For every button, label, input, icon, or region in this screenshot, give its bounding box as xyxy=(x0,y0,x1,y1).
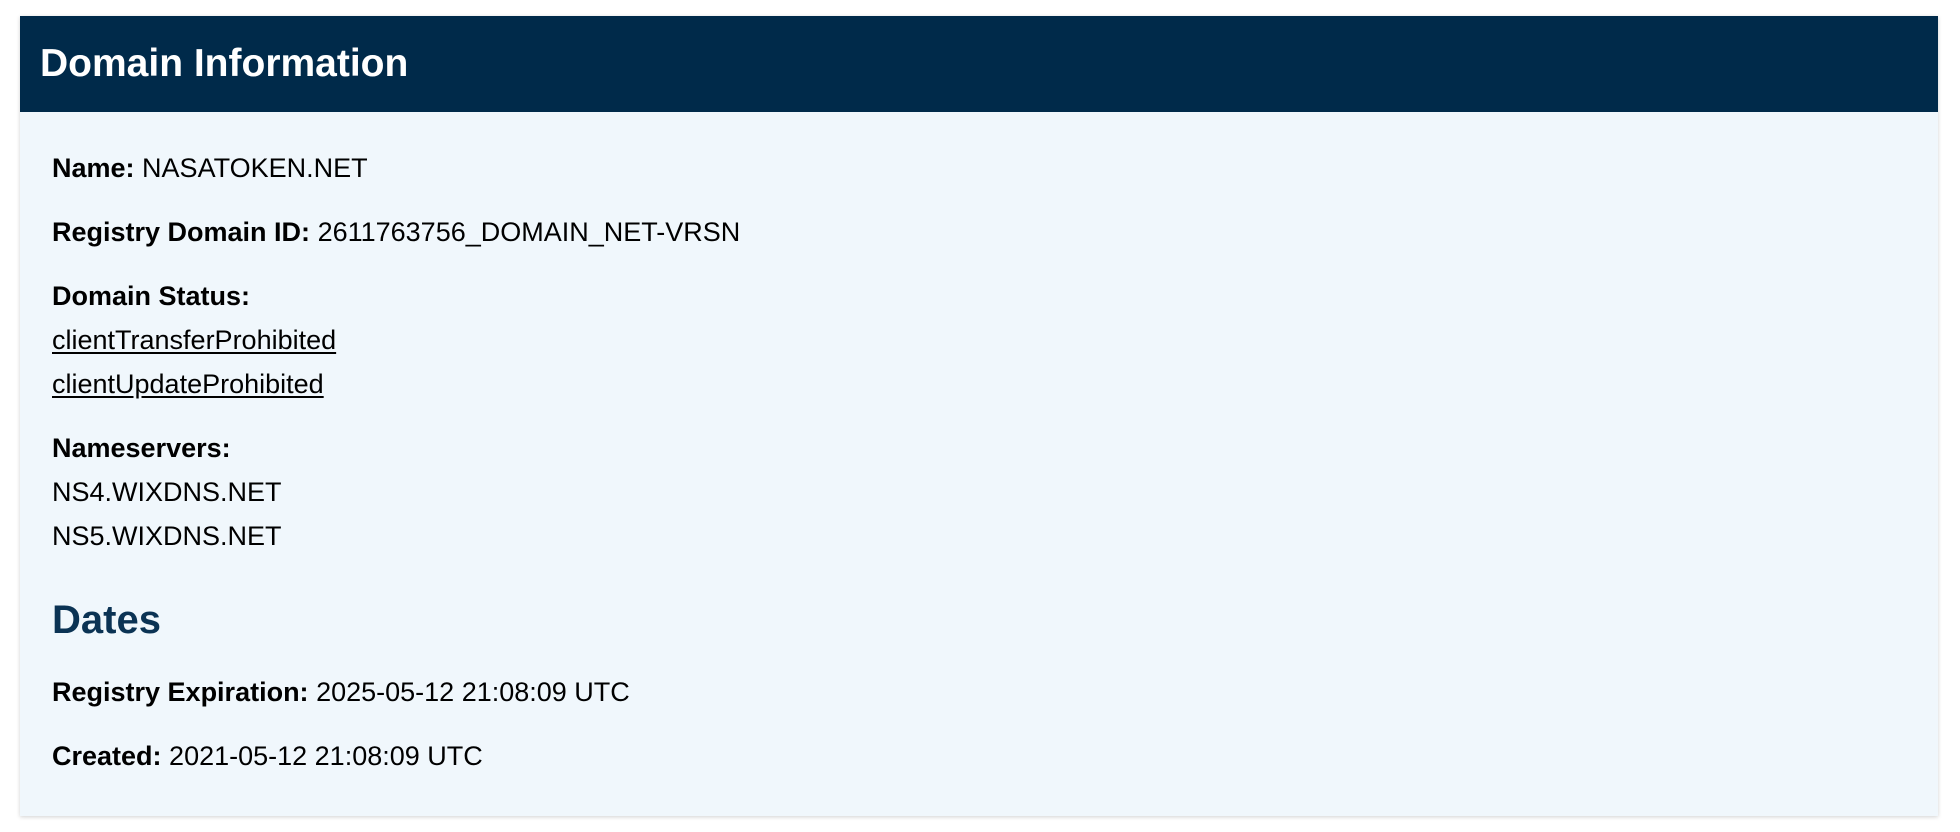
created-label: Created: xyxy=(52,741,162,771)
nameserver-item: NS4.WIXDNS.NET xyxy=(52,477,282,507)
registry-domain-id-label: Registry Domain ID: xyxy=(52,217,311,247)
created-value: 2021-05-12 21:08:09 UTC xyxy=(169,741,483,771)
nameservers-group: Nameservers: NS4.WIXDNS.NET NS5.WIXDNS.N… xyxy=(52,430,1938,554)
panel-title: Domain Information xyxy=(40,42,409,85)
domain-name-row: Name: NASATOKEN.NET xyxy=(52,150,1938,186)
status-link-client-update-prohibited[interactable]: clientUpdateProhibited xyxy=(52,366,1938,402)
registry-expiration-row: Registry Expiration: 2025-05-12 21:08:09… xyxy=(52,674,1938,710)
domain-name-value: NASATOKEN.NET xyxy=(142,153,368,183)
panel-header: Domain Information xyxy=(20,16,1938,112)
registry-domain-id-value: 2611763756_DOMAIN_NET-VRSN xyxy=(317,217,741,247)
nameservers-label: Nameservers: xyxy=(52,433,231,463)
status-link-client-transfer-prohibited[interactable]: clientTransferProhibited xyxy=(52,322,1938,358)
domain-information-panel: Domain Information Name: NASATOKEN.NET R… xyxy=(20,16,1938,816)
dates-heading: Dates xyxy=(52,598,161,642)
registry-expiration-label: Registry Expiration: xyxy=(52,677,309,707)
created-row: Created: 2021-05-12 21:08:09 UTC xyxy=(52,738,1938,774)
panel-body: Name: NASATOKEN.NET Registry Domain ID: … xyxy=(20,112,1938,774)
registry-domain-id-row: Registry Domain ID: 2611763756_DOMAIN_NE… xyxy=(52,214,1938,250)
domain-status-label: Domain Status: xyxy=(52,281,251,311)
domain-status-group: Domain Status: clientTransferProhibited … xyxy=(52,278,1938,402)
nameserver-item: NS5.WIXDNS.NET xyxy=(52,521,282,551)
domain-name-label: Name: xyxy=(52,153,135,183)
registry-expiration-value: 2025-05-12 21:08:09 UTC xyxy=(316,677,630,707)
